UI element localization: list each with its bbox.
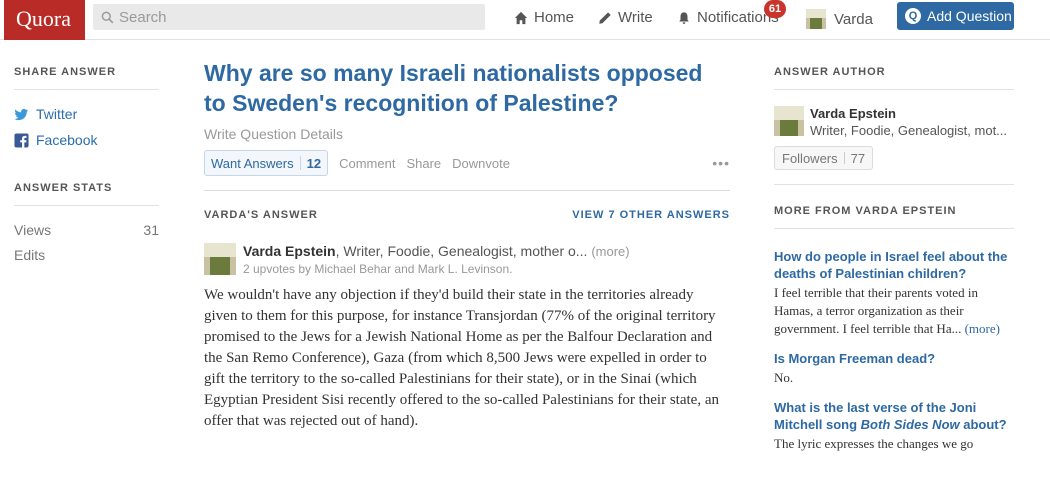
more-item: Is Morgan Freeman dead? No. xyxy=(774,350,1014,387)
views-row: Views 31 xyxy=(14,222,159,238)
author-card-avatar[interactable] xyxy=(774,106,804,136)
share-facebook-link[interactable]: Facebook xyxy=(14,132,159,148)
question-icon: Q xyxy=(905,8,921,24)
nav-home[interactable]: Home xyxy=(514,9,574,26)
author-card: Varda Epstein Writer, Foodie, Genealogis… xyxy=(774,106,1014,138)
quora-logo[interactable]: Quora xyxy=(4,0,85,40)
more-options-icon[interactable]: ••• xyxy=(712,155,730,171)
separator xyxy=(299,156,301,170)
twitter-icon xyxy=(14,108,29,120)
facebook-icon xyxy=(14,132,29,148)
nav-write-label: Write xyxy=(618,9,653,26)
more-item-question[interactable]: How do people in Israel feel about the d… xyxy=(774,248,1014,282)
right-sidebar: ANSWER AUTHOR Varda Epstein Writer, Food… xyxy=(774,66,1014,453)
add-question-label: Add Question xyxy=(927,8,1012,24)
pencil-icon xyxy=(599,11,611,24)
comment-link[interactable]: Comment xyxy=(339,156,395,171)
answer-author-title: ANSWER AUTHOR xyxy=(774,66,886,78)
more-item: What is the last verse of the Joni Mitch… xyxy=(774,399,1014,453)
share-link[interactable]: Share xyxy=(406,156,441,171)
question-title[interactable]: Why are so many Israeli nationalists opp… xyxy=(204,58,730,118)
views-value: 31 xyxy=(143,222,159,238)
nav-user-label: Varda xyxy=(834,10,873,28)
main-content: Why are so many Israeli nationalists opp… xyxy=(204,58,730,432)
answer-stats-title: ANSWER STATS xyxy=(14,182,113,194)
divider xyxy=(14,205,159,206)
more-item-answer: I feel terrible that their parents voted… xyxy=(774,284,1014,338)
want-answers-label: Want Answers xyxy=(211,155,294,171)
followers-button[interactable]: Followers 77 xyxy=(774,146,874,170)
author-card-name[interactable]: Varda Epstein xyxy=(810,106,1007,121)
question-actions: Want Answers 12 Comment Share Downvote •… xyxy=(204,150,730,176)
bell-icon xyxy=(679,11,689,24)
author-line: Varda Epstein, Writer, Foodie, Genealogi… xyxy=(243,243,630,259)
answer-body: We wouldn't have any objection if they'd… xyxy=(204,287,719,429)
nav-home-label: Home xyxy=(534,9,575,26)
downvote-link[interactable]: Downvote xyxy=(452,156,510,171)
author-name-link[interactable]: Varda Epstein xyxy=(243,243,336,259)
more-item-question-part: about? xyxy=(959,417,1007,432)
author-description: , Writer, Foodie, Genealogist, mother o.… xyxy=(335,243,588,259)
share-facebook-label: Facebook xyxy=(36,132,98,148)
more-item-question[interactable]: Is Morgan Freeman dead? xyxy=(774,350,1014,367)
edits-label: Edits xyxy=(14,247,46,263)
divider xyxy=(14,89,159,90)
author-more-link[interactable]: (more) xyxy=(591,244,629,259)
edits-row[interactable]: Edits xyxy=(14,247,159,263)
share-answer-title: SHARE ANSWER xyxy=(14,66,117,78)
want-answers-count: 12 xyxy=(306,155,322,171)
add-question-button[interactable]: Q Add Question xyxy=(897,2,1014,30)
followers-count: 77 xyxy=(850,150,866,166)
more-from-title: MORE FROM VARDA EPSTEIN xyxy=(774,205,957,217)
more-item-answer-text: I feel terrible that their parents voted… xyxy=(774,285,978,336)
more-item-question[interactable]: What is the last verse of the Joni Mitch… xyxy=(774,399,1014,433)
home-icon xyxy=(514,11,528,24)
left-sidebar: SHARE ANSWER Twitter Facebook ANSWER STA… xyxy=(14,66,159,263)
answer-label: VARDA'S ANSWER xyxy=(204,209,318,221)
top-bar: Quora Home Write Notifications 61 Varda … xyxy=(0,0,1050,40)
write-question-details-link[interactable]: Write Question Details xyxy=(204,126,730,142)
author-avatar[interactable] xyxy=(204,243,236,275)
avatar xyxy=(806,9,826,29)
search-input[interactable] xyxy=(119,8,459,26)
search-icon xyxy=(101,11,114,23)
nav-write[interactable]: Write xyxy=(598,9,653,26)
answer-author: Varda Epstein, Writer, Foodie, Genealogi… xyxy=(204,243,730,276)
view-other-answers-link[interactable]: VIEW 7 OTHER ANSWERS xyxy=(572,209,730,221)
answer-header: VARDA'S ANSWER VIEW 7 OTHER ANSWERS xyxy=(204,209,730,221)
more-item: How do people in Israel feel about the d… xyxy=(774,248,1014,338)
followers-label: Followers xyxy=(782,150,838,166)
divider xyxy=(774,89,1014,90)
separator xyxy=(843,152,845,164)
share-twitter-link[interactable]: Twitter xyxy=(14,106,159,122)
author-card-description: Writer, Foodie, Genealogist, mot... xyxy=(810,123,1008,138)
divider xyxy=(774,228,1014,229)
nav-profile[interactable]: Varda xyxy=(806,9,873,29)
more-item-question-italic: Both Sides Now xyxy=(860,417,960,432)
more-item-answer: The lyric expresses the changes we go xyxy=(774,436,974,451)
want-answers-button[interactable]: Want Answers 12 xyxy=(204,150,329,176)
more-item-more-link[interactable]: (more) xyxy=(965,321,1000,336)
divider xyxy=(204,190,730,191)
divider xyxy=(774,184,1014,185)
notifications-badge: 61 xyxy=(764,0,786,18)
views-label: Views xyxy=(14,222,52,238)
more-item-answer: No. xyxy=(774,370,794,385)
search-box[interactable] xyxy=(93,4,485,30)
upvotes-line: 2 upvotes by Michael Behar and Mark L. L… xyxy=(243,262,513,276)
share-twitter-label: Twitter xyxy=(36,106,78,122)
